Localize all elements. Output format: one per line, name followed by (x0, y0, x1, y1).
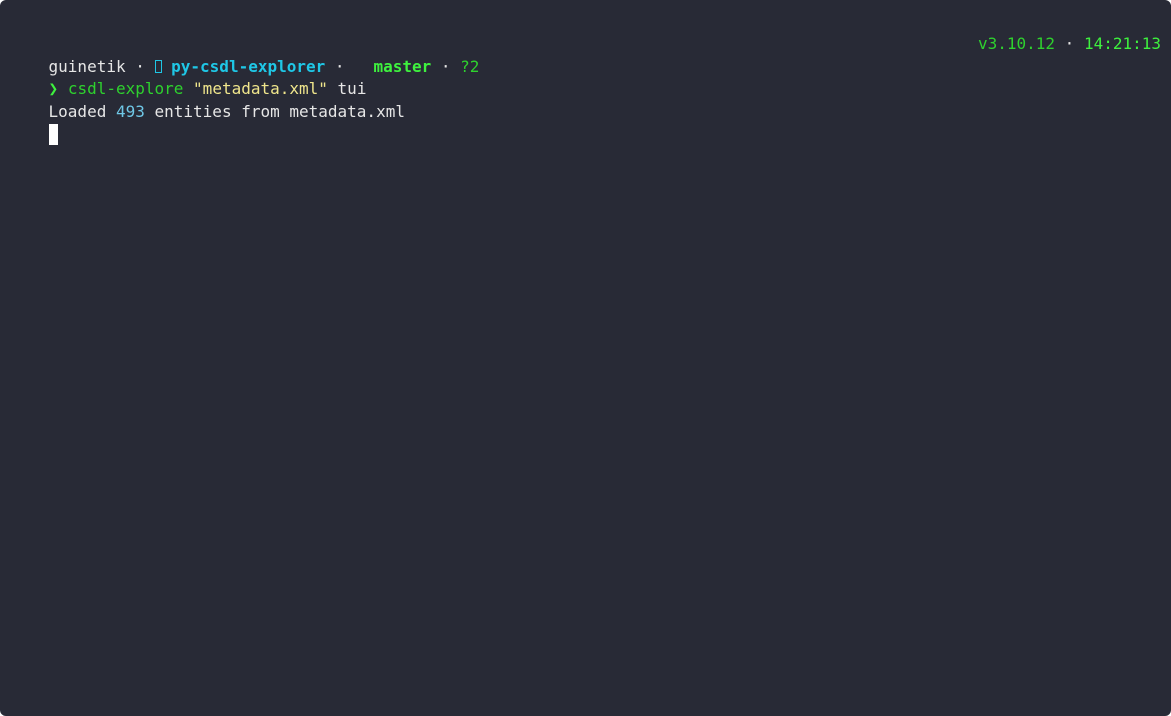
prompt-right: v3.10.12 · 14:21:13 (978, 33, 1161, 56)
python-version: v3.10.12 (977, 34, 1056, 53)
prompt-line: guinetik · py-csdl-explorer · master · ?… (10, 33, 1161, 76)
input-line[interactable] (10, 101, 1161, 145)
prompt-time: 14:21:13 (1083, 34, 1161, 53)
terminal-window[interactable]: guinetik · py-csdl-explorer · master · ?… (0, 0, 1171, 716)
command-line: ❯ csdl-explore "metadata.xml" tui (10, 56, 1161, 98)
text-cursor (48, 124, 58, 145)
prompt-separator: · (1055, 34, 1084, 53)
output-line: Loaded 493 entities from metadata.xml (10, 78, 1161, 121)
